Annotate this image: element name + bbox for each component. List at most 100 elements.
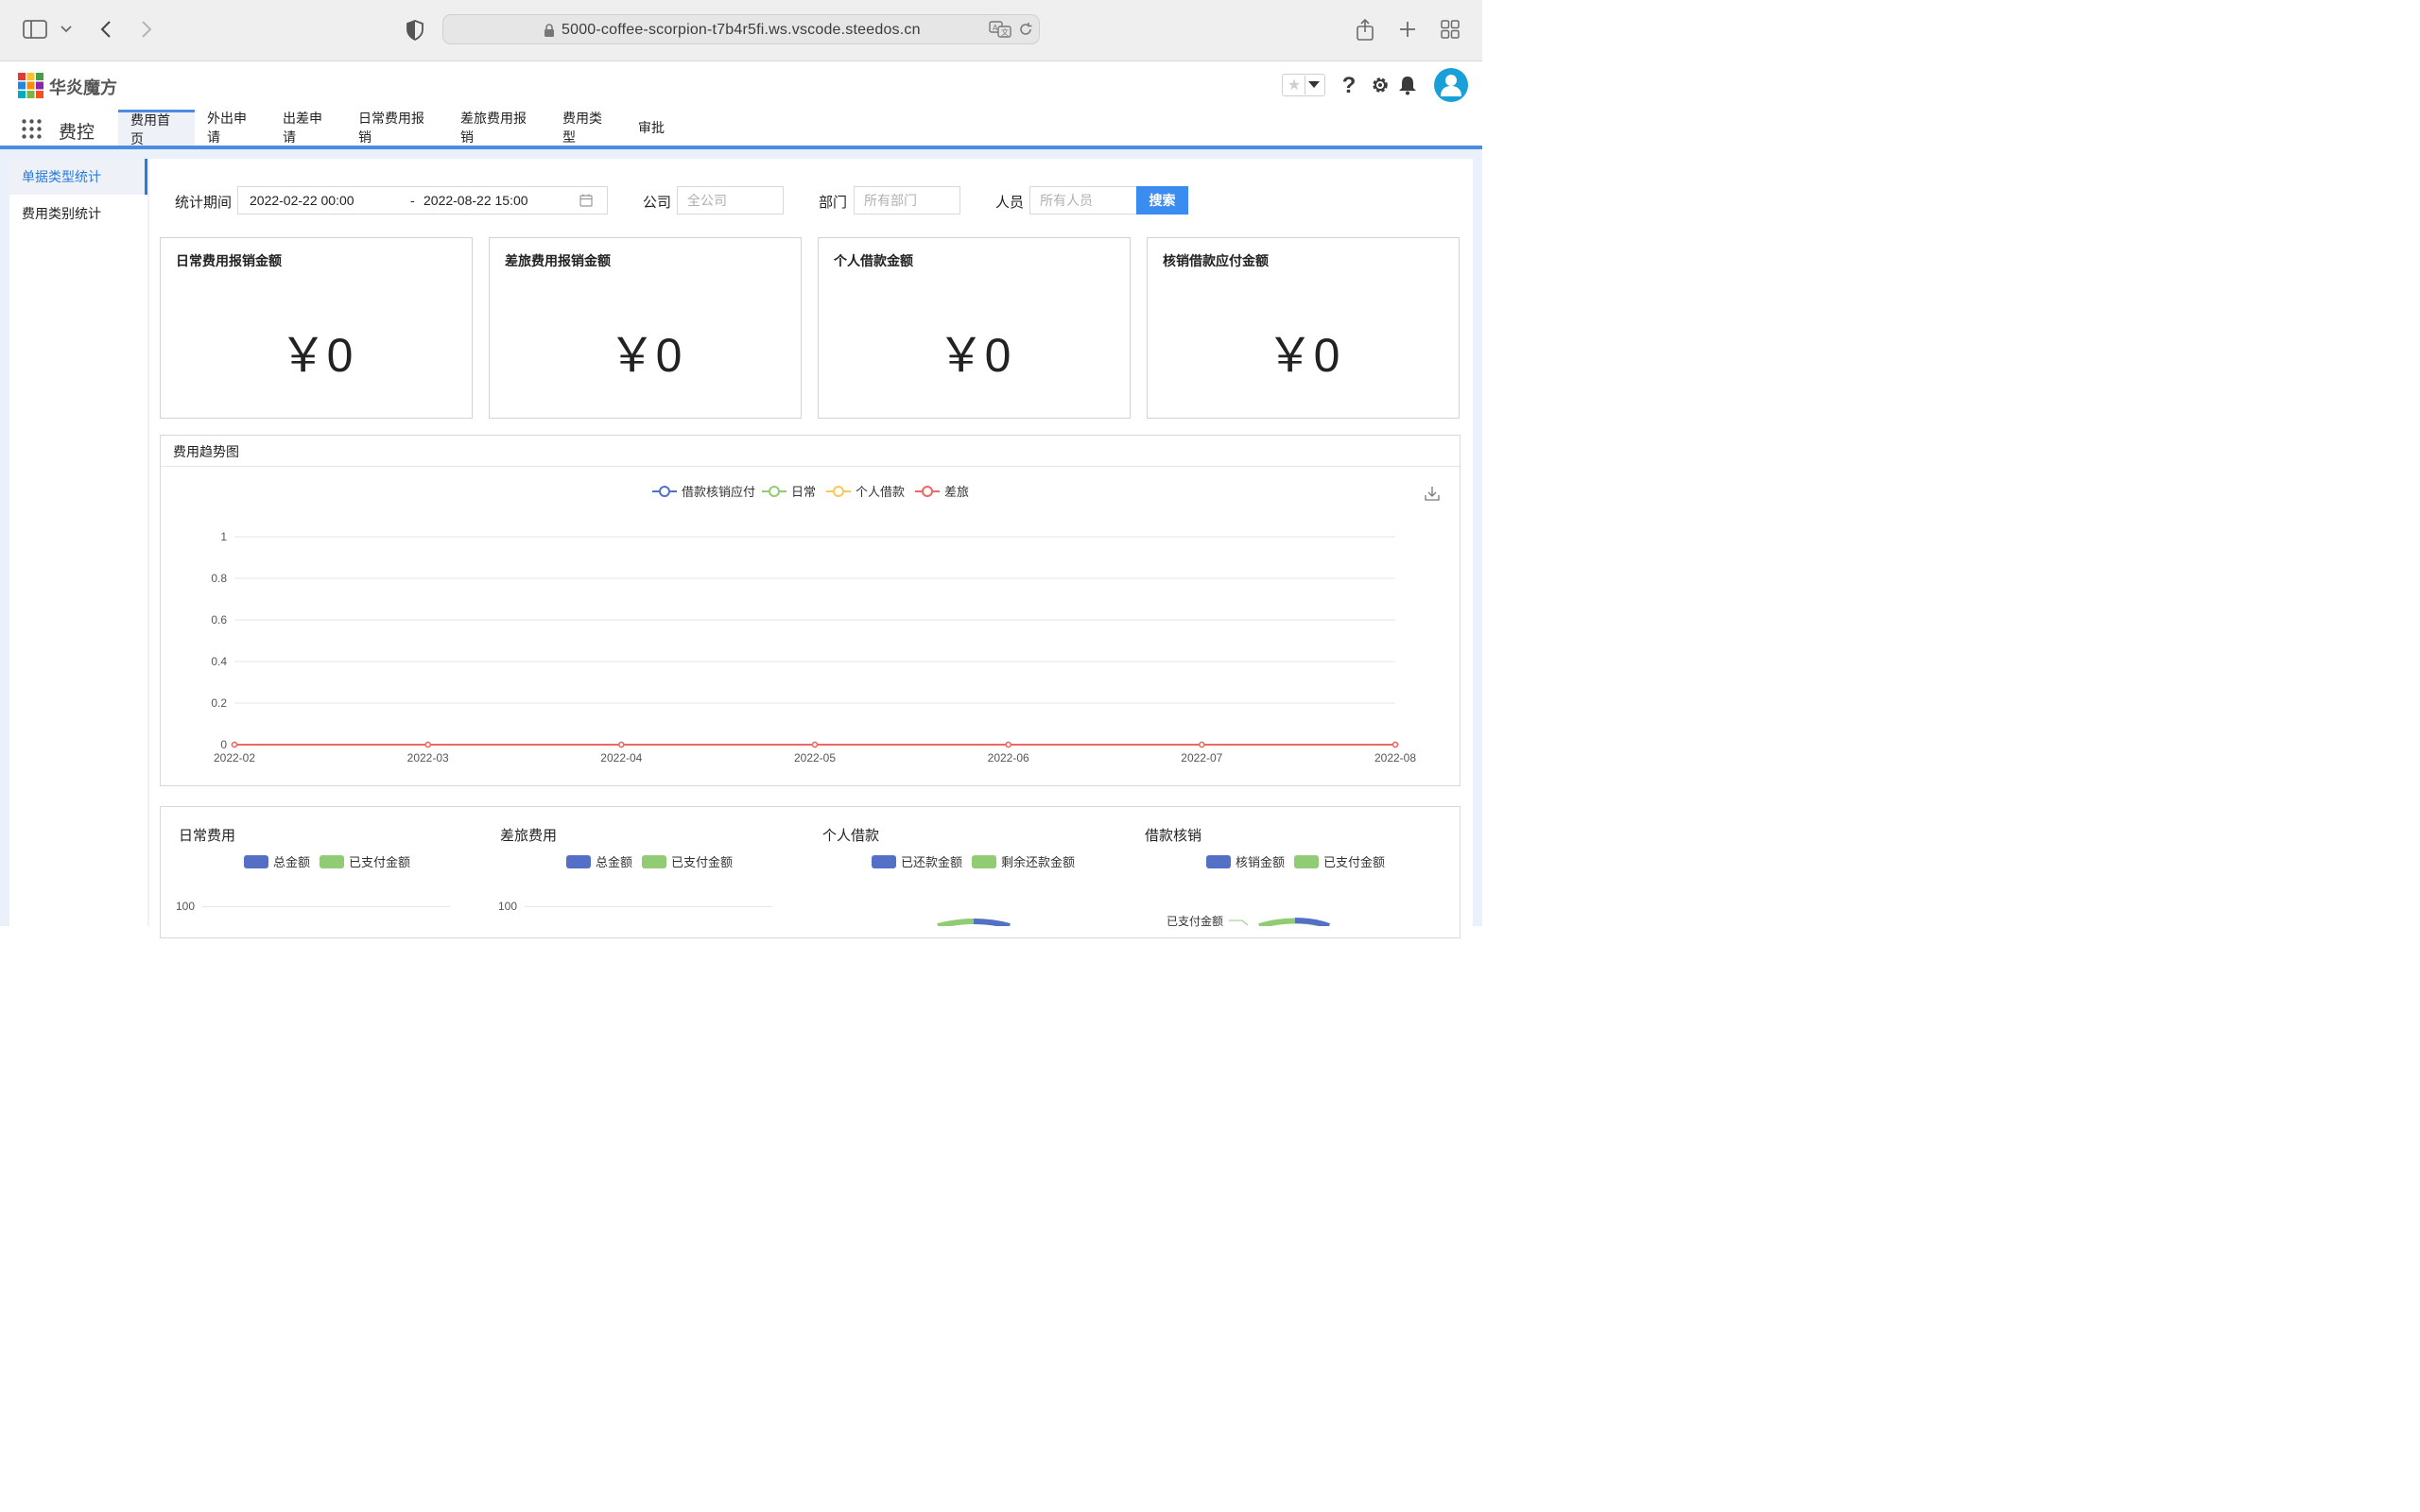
card-title: 核销借款应付金额: [1163, 253, 1269, 268]
sidebar-item-expense-category-stats[interactable]: 费用类别统计: [9, 196, 147, 232]
data-point: [1392, 741, 1399, 748]
share-icon[interactable]: [1355, 17, 1375, 42]
legend-label: 已还款金额: [901, 855, 963, 869]
data-point: [1199, 741, 1205, 748]
new-tab-icon[interactable]: [1397, 19, 1418, 40]
sidebar-toggle-icon[interactable]: [23, 19, 47, 40]
grid-line: [202, 906, 450, 907]
legend-swatch: [320, 854, 345, 868]
y-tick-label: 0.4: [211, 655, 227, 668]
data-point: [811, 741, 819, 748]
legend-swatch: [1206, 854, 1231, 868]
travel-chart-title: 差旅费用: [500, 828, 558, 844]
tab-expense-types[interactable]: 费用类型: [550, 110, 626, 146]
shield-icon[interactable]: [405, 19, 425, 42]
legend-label: 借款核销应付: [682, 485, 756, 499]
x-tick-label: 2022-04: [600, 751, 642, 765]
legend-label: 剩余还款金额: [1001, 855, 1076, 869]
sidebar: [9, 159, 147, 926]
avatar[interactable]: [1434, 68, 1468, 102]
legend-item[interactable]: 差旅: [915, 482, 969, 500]
tab-outing-request[interactable]: 外出申请: [195, 110, 270, 146]
data-point: [618, 741, 625, 748]
brand-logo[interactable]: [17, 72, 43, 98]
department-input[interactable]: 所有部门: [854, 186, 960, 215]
svg-text:A: A: [993, 24, 998, 32]
trend-line-chart: 0 0.2 0.4 0.6 0.8 1 2022-02 2022-03 2022-04 2022-…: [211, 530, 1416, 765]
tab-overview-icon[interactable]: [1440, 19, 1461, 40]
card-title: 日常费用报销金额: [176, 253, 282, 268]
trend-panel-title: 费用趋势图: [161, 436, 1460, 467]
y-tick-label: 1: [220, 530, 227, 543]
department-label: 部门: [819, 195, 848, 211]
legend-swatch: [1294, 854, 1320, 868]
card-title: 个人借款金额: [834, 253, 913, 268]
legend-swatch: [244, 854, 268, 868]
y-tick: 100: [498, 900, 518, 913]
app-title: 费控: [59, 123, 95, 143]
legend-marker-icon: [915, 485, 940, 497]
tab-travel-expense[interactable]: 差旅费用报销: [448, 110, 550, 146]
download-icon[interactable]: [1423, 484, 1442, 503]
card-value: ￥0: [1266, 329, 1340, 382]
sidebar-item-doc-type-stats[interactable]: 单据类型统计: [9, 159, 147, 195]
company-input[interactable]: 全公司: [677, 186, 784, 215]
legend-swatch: [872, 854, 896, 868]
card-loan-writeoff: 核销借款应付金额 ￥0: [1147, 237, 1460, 419]
y-tick-label: 0.8: [211, 572, 227, 585]
data-point: [424, 741, 431, 748]
grid-line: [525, 906, 772, 907]
legend-marker-icon: [826, 485, 851, 497]
daily-chart-title: 日常费用: [179, 828, 236, 844]
start-date: 2022-02-22 00:00: [250, 193, 354, 208]
loan-writeoff-pie: [1229, 918, 1331, 926]
x-tick-label: 2022-07: [1181, 751, 1222, 765]
legend-label: 总金额: [596, 855, 633, 869]
legend-item[interactable]: 借款核销应付: [652, 482, 755, 500]
gear-icon[interactable]: [1369, 74, 1392, 96]
tab-approval[interactable]: 审批: [626, 110, 677, 146]
translate-icon[interactable]: A文: [989, 20, 1011, 39]
card-title: 差旅费用报销金额: [505, 253, 611, 268]
url-text: 5000-coffee-scorpion-t7b4r5fi.ws.vscode.…: [562, 22, 921, 38]
reload-icon[interactable]: [1017, 21, 1034, 38]
travel-chart-legend: 总金额 已支付金额: [566, 852, 742, 870]
legend-label: 差旅: [944, 485, 970, 499]
legend-item[interactable]: 个人借款: [826, 482, 905, 500]
legend-swatch: [642, 854, 667, 868]
forward-icon[interactable]: [137, 19, 156, 40]
range-separator: -: [410, 193, 415, 208]
legend-item[interactable]: 日常: [762, 482, 816, 500]
pie-callout-label: 已支付金额: [1167, 915, 1224, 928]
tab-fee-home[interactable]: 费用首页: [118, 110, 195, 146]
favorite-dropdown[interactable]: ★: [1282, 74, 1325, 96]
brand-name: 华炎魔方: [49, 78, 117, 97]
bell-icon[interactable]: [1397, 74, 1418, 96]
y-tick-label: 0: [220, 738, 227, 751]
x-tick-label: 2022-08: [1374, 751, 1416, 765]
personal-loan-pie: [937, 919, 1011, 926]
person-label: 人员: [995, 195, 1025, 211]
card-value: ￥0: [279, 329, 354, 382]
x-tick-label: 2022-06: [988, 751, 1029, 765]
tab-trip-request[interactable]: 出差申请: [270, 110, 346, 146]
app-launcher-icon[interactable]: [21, 118, 42, 139]
tab-daily-expense[interactable]: 日常费用报销: [346, 110, 448, 146]
chevron-down-icon[interactable]: [59, 23, 74, 36]
calendar-icon: [579, 194, 593, 210]
back-icon[interactable]: [96, 19, 115, 40]
person-placeholder: 所有人员: [1040, 193, 1093, 208]
help-icon[interactable]: ?: [1339, 73, 1359, 98]
search-button[interactable]: 搜索: [1136, 186, 1188, 215]
period-label: 统计期间: [175, 195, 233, 211]
card-value: ￥0: [937, 329, 1011, 382]
personal-loan-chart-legend: 已还款金额 剩余还款金额: [872, 852, 1084, 870]
legend-label: 总金额: [273, 855, 311, 869]
person-input[interactable]: 所有人员: [1029, 186, 1137, 215]
date-range-picker[interactable]: 2022-02-22 00:00 - 2022-08-22 15:00: [237, 186, 608, 215]
data-point: [1005, 741, 1011, 748]
company-placeholder: 全公司: [687, 193, 727, 208]
card-value: ￥0: [608, 329, 683, 382]
x-tick-label: 2022-02: [214, 751, 255, 765]
loan-writeoff-chart-legend: 核销金额 已支付金额: [1206, 852, 1394, 870]
